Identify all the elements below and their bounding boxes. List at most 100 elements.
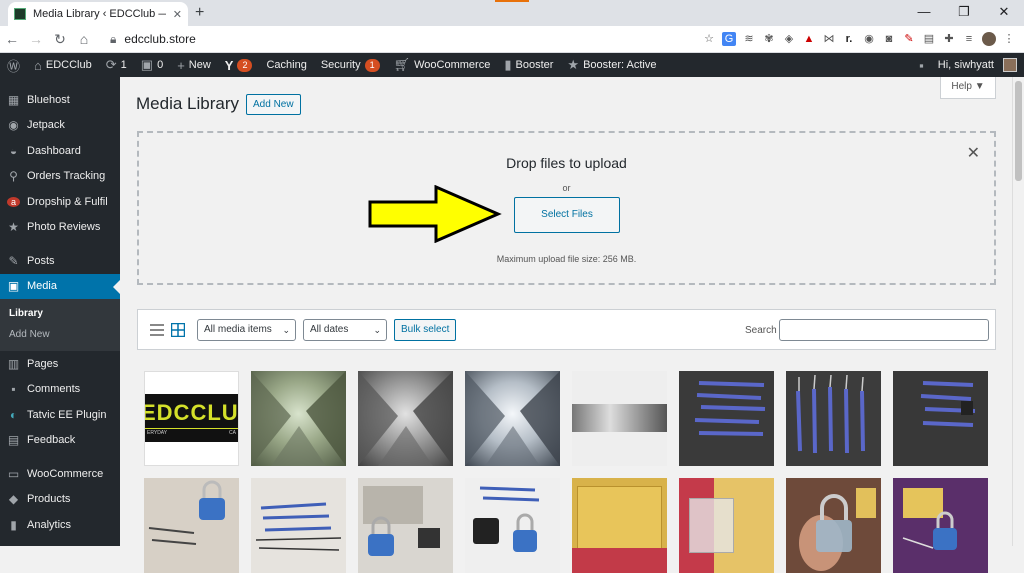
media-thumbnail[interactable] [572,478,667,573]
sidebar-item-woocommerce[interactable]: ▭ WooCommerce [0,461,120,487]
updates-icon: ⟳ [105,57,117,72]
layers-extension-icon[interactable]: ≋ [742,32,756,46]
home-icon: ⌂ [34,57,42,73]
sidebar-item-feedback[interactable]: ▤ Feedback [0,428,120,454]
bulk-select-button[interactable]: Bulk select [394,319,457,341]
help-tab-button[interactable]: Help ▼ [940,77,996,99]
media-thumbnail[interactable] [572,371,667,466]
admin-bar-yoast[interactable]: Y2 [218,53,260,77]
admin-bar-woocommerce[interactable]: 🛒︎ WooCommerce [387,53,498,77]
submenu-add-new[interactable]: Add New [0,324,120,345]
sidebar-item-dropship[interactable]: a Dropship & Fulfil [0,189,120,215]
media-thumbnail[interactable] [358,478,453,573]
media-thumbnail[interactable] [358,371,453,466]
sidebar-item-posts[interactable]: ✎ Posts [0,248,120,274]
window-close-button[interactable]: ✕ [984,0,1024,26]
max-upload-size: Maximum upload file size: 256 MB. [496,254,637,264]
sidebar-item-analytics[interactable]: ▮ Analytics [0,512,120,538]
media-thumbnail[interactable] [786,478,881,573]
sidebar-item-jetpack[interactable]: ◉ Jetpack [0,113,120,139]
list-view-icon[interactable] [150,323,164,337]
date-select[interactable]: All dates ⌄ [303,319,387,341]
puzzle-extension-icon[interactable]: ✚ [942,32,956,46]
submenu-library[interactable]: Library [0,303,120,324]
ribbon-extension-icon[interactable]: ⋈ [822,32,836,46]
media-thumbnail[interactable] [465,371,560,466]
forward-icon[interactable]: → [24,31,48,47]
lock-icon: 🔒︎ [110,31,117,46]
home-icon[interactable]: ⌂ [72,31,96,47]
wordpress-logo-icon[interactable]: Ⓦ [0,53,27,77]
pdf-extension-icon[interactable]: ▲ [802,32,816,46]
sidebar-item-orders-tracking[interactable]: ⚲ Orders Tracking [0,164,120,190]
bars-icon: ▮ [504,57,512,72]
admin-bar-updates[interactable]: ⟳ 1 [99,53,134,77]
media-thumbnail[interactable]: EDCCLUB ERYDAY CA [144,371,239,466]
admin-bar-caching[interactable]: Caching [259,53,313,77]
admin-bar-notice-icon[interactable]: ▪ [912,53,931,77]
media-thumbnail[interactable] [786,371,881,466]
media-icon: ▣ [7,279,20,294]
doc-extension-icon[interactable]: ▤ [922,32,936,46]
sidebar-item-pages[interactable]: ▥ Pages [0,351,120,377]
box-icon: ◆ [8,492,19,507]
playlist-extension-icon[interactable]: ≡ [962,32,976,46]
add-new-button[interactable]: Add New [246,94,301,115]
bookmark-star-icon[interactable]: ☆ [702,32,716,46]
admin-bar-new[interactable]: + New [170,53,218,77]
media-thumbnail[interactable] [893,371,988,466]
page-scrollbar[interactable] [1012,77,1024,546]
comment-icon: ▣ [140,57,154,72]
sidebar-item-bluehost[interactable]: ▦ Bluehost [0,87,120,113]
extension-icon[interactable]: ✾ [762,32,776,46]
admin-bar-account[interactable]: Hi, siwhyatt [931,53,1024,77]
sidebar-item-photo-reviews[interactable]: ★ Photo Reviews [0,215,120,241]
pushpin-icon: ✎ [8,253,19,268]
sidebar-item-products[interactable]: ◆ Products [0,487,120,513]
media-thumbnail[interactable] [893,478,988,573]
minimize-button[interactable]: — [904,0,944,26]
media-thumbnail[interactable] [465,478,560,573]
browser-toolbar: ← → ↻ ⌂ 🔒︎ edcclub.store ☆ G ≋ ✾ ◈ ▲ ⋈ r… [0,26,1024,53]
tab-close-icon[interactable]: ✕ [173,8,182,21]
reload-icon[interactable]: ↻ [48,31,72,48]
restore-button[interactable]: ❐ [944,0,984,26]
back-icon[interactable]: ← [0,31,24,47]
admin-bar-booster-active[interactable]: ★ Booster: Active [560,53,663,77]
sidebar-item-media[interactable]: ▣ Media [0,273,120,299]
media-thumbnail[interactable] [251,371,346,466]
menu-dots-icon[interactable]: ⋮ [1002,32,1016,46]
media-type-select[interactable]: All media items ⌄ [197,319,296,341]
admin-bar-comments[interactable]: ▣ 0 [134,53,170,77]
globe-icon: ◐ [9,407,18,422]
bolt-icon: ◉ [8,118,19,133]
circle-extension-icon[interactable]: ◉ [862,32,876,46]
sidebar-item-tatvic[interactable]: ◐ Tatvic EE Plugin [0,402,120,428]
media-thumbnail[interactable] [679,371,774,466]
profile-avatar[interactable] [982,32,996,46]
scrollbar-thumb[interactable] [1015,81,1022,181]
address-bar[interactable]: 🔒︎ edcclub.store [102,29,702,50]
new-tab-button[interactable]: + [195,4,204,22]
media-thumbnail[interactable] [144,478,239,573]
select-files-button[interactable]: Select Files [514,197,620,233]
bars-icon: ▮ [10,517,17,532]
search-input[interactable] [779,319,989,341]
pen-extension-icon[interactable]: ✎ [902,32,916,46]
admin-bar-site[interactable]: ⌂ EDCClub [27,53,99,77]
recording-indicator [495,0,529,2]
sidebar-item-comments[interactable]: ▪ Comments [0,377,120,403]
camera-extension-icon[interactable]: ◙ [882,32,896,46]
shield-extension-icon[interactable]: ◈ [782,32,796,46]
r-extension-icon[interactable]: r. [842,32,856,46]
grid-view-icon[interactable] [171,323,185,337]
admin-bar-security[interactable]: Security 1 [314,53,387,77]
browser-tab[interactable]: Media Library ‹ EDCClub — WordPress ✕ [8,2,188,26]
star-icon: ★ [8,220,19,235]
media-thumbnail[interactable] [679,478,774,573]
translate-icon[interactable]: G [722,32,736,46]
admin-bar-booster[interactable]: ▮ Booster [497,53,560,77]
sidebar-item-dashboard[interactable]: ◒ Dashboard [0,138,120,164]
upload-dropzone[interactable]: ✕ Drop files to upload or Select Files M… [137,131,996,285]
media-thumbnail[interactable] [251,478,346,573]
